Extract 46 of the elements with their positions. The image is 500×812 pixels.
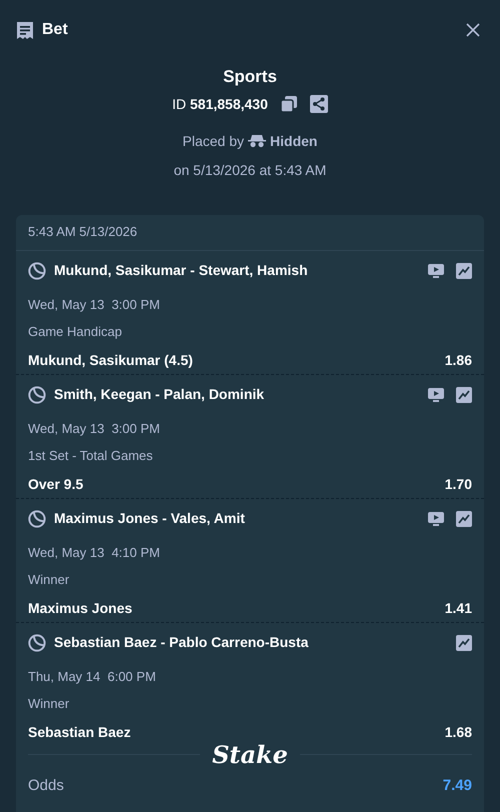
event-time: Wed, May 13 3:00 PM	[28, 420, 161, 438]
market-name: 1st Set - Total Games	[28, 447, 154, 465]
total-odds: 7.49	[442, 776, 472, 796]
receipt-icon	[16, 20, 34, 40]
odds-label: Odds	[28, 776, 64, 796]
selection-name: Mukund, Sasikumar (4.5)	[28, 350, 193, 370]
event-time: Thu, May 14 6:00 PM	[28, 668, 157, 686]
market-name: Game Handicap	[28, 323, 123, 341]
incognito-icon	[248, 134, 266, 148]
market-name: Winner	[28, 571, 70, 589]
selection-odds: 1.41	[444, 598, 472, 618]
trend-chart-icon[interactable]	[456, 386, 472, 402]
market-name: Winner	[28, 695, 70, 713]
event-title[interactable]: Mukund, Sasikumar - Stewart, Hamish	[54, 260, 308, 281]
trend-chart-icon[interactable]	[456, 262, 472, 278]
placed-date: on 5/13/2026 at 5:43 AM	[174, 160, 326, 180]
event-title[interactable]: Sebastian Baez - Pablo Carreno-Busta	[54, 632, 308, 653]
tennis-ball-icon	[28, 510, 46, 528]
event-time: Wed, May 13 3:00 PM	[28, 296, 161, 314]
tennis-ball-icon	[28, 634, 46, 652]
event-title[interactable]: Maximus Jones - Vales, Amit	[54, 508, 245, 529]
user-name: Hidden	[270, 132, 318, 150]
bet-category: Sports	[223, 66, 277, 88]
close-icon[interactable]	[466, 23, 480, 37]
play-screen-icon[interactable]	[428, 264, 444, 278]
selection-odds: 1.70	[444, 474, 472, 494]
selection-name: Maximus Jones	[28, 598, 132, 618]
tennis-ball-icon	[28, 386, 46, 404]
play-screen-icon[interactable]	[428, 512, 444, 526]
tennis-ball-icon	[28, 262, 46, 280]
event-time: Wed, May 13 4:10 PM	[28, 544, 161, 562]
selection-name: Over 9.5	[28, 474, 84, 494]
slip-timestamp: 5:43 AM 5/13/2026	[28, 223, 138, 242]
event-title[interactable]: Smith, Keegan - Palan, Dominik	[54, 384, 264, 405]
selection-name: Sebastian Baez	[28, 722, 131, 742]
bet-id: ID 581,858,430	[172, 94, 268, 114]
placed-by-label: Placed by	[182, 132, 244, 151]
play-screen-icon[interactable]	[428, 388, 444, 402]
dialog-title: Bet	[42, 20, 68, 40]
copy-icon[interactable]	[280, 95, 298, 113]
selection-odds: 1.68	[444, 722, 472, 742]
stake-logo: Stake	[212, 738, 288, 770]
trend-chart-icon[interactable]	[456, 634, 472, 650]
selection-odds: 1.86	[444, 350, 472, 370]
trend-chart-icon[interactable]	[456, 510, 472, 526]
share-icon[interactable]	[310, 95, 328, 113]
